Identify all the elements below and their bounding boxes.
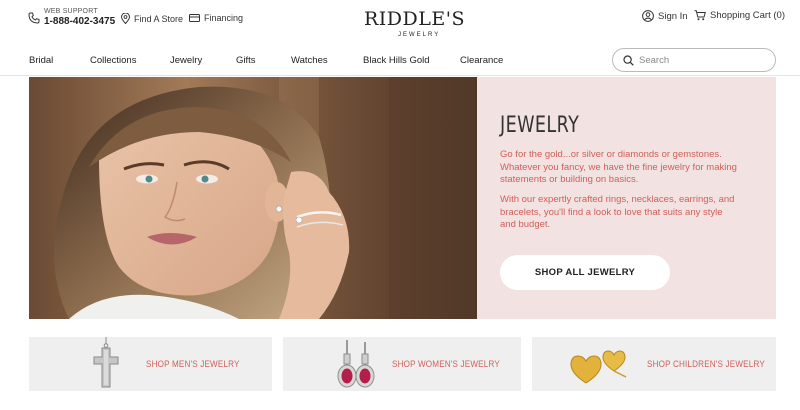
riddles-logo[interactable]: RIDDLE'S JEWELRY (358, 6, 465, 40)
category-label-womens: SHOP WOMEN'S JEWELRY (392, 359, 500, 369)
hero-banner: JEWELRY Go for the gold...or silver or d… (29, 77, 776, 319)
financing-label: Financing (204, 13, 244, 23)
category-label-childrens: SHOP CHILDREN'S JEWELRY (647, 359, 765, 369)
heart-earrings-icon (570, 350, 627, 384)
user-icon (642, 10, 654, 22)
model-portrait-image (29, 77, 477, 319)
find-store-link[interactable]: Find A Store (121, 13, 183, 24)
hero-text-panel: JEWELRY Go for the gold...or silver or d… (477, 77, 776, 319)
shopping-cart-link[interactable]: Shopping Cart (0) (694, 10, 785, 21)
web-support-label: WEB SUPPORT (44, 8, 98, 15)
nav-black-hills-gold[interactable]: Black Hills Gold (363, 55, 430, 66)
phone-number[interactable]: 1-888-402-3475 (44, 16, 115, 28)
find-store-label: Find A Store (134, 13, 184, 24)
drop-earrings-icon (337, 340, 375, 388)
search-box[interactable] (612, 48, 776, 72)
hero-model-photo (29, 77, 477, 319)
phone-icon (28, 12, 40, 24)
cart-label: Shopping Cart (0) (710, 10, 785, 21)
nav-bridal[interactable]: Bridal (29, 55, 53, 66)
location-pin-icon (121, 13, 130, 24)
sign-in-link[interactable]: Sign In (642, 10, 688, 22)
search-icon (623, 54, 634, 66)
sign-in-label: Sign In (658, 10, 688, 22)
category-tile-childrens[interactable]: SHOP CHILDREN'S JEWELRY (532, 337, 776, 391)
main-nav: Bridal Collections Jewelry Gifts Watches… (0, 48, 800, 76)
financing-link[interactable]: Financing (189, 13, 243, 23)
nav-clearance[interactable]: Clearance (460, 55, 503, 66)
category-label-mens: SHOP MEN'S JEWELRY (146, 359, 240, 369)
web-support[interactable]: WEB SUPPORT 1-888-402-3475 (28, 8, 115, 28)
cart-icon (694, 10, 706, 21)
hero-description-1: Go for the gold...or silver or diamonds … (500, 149, 737, 185)
search-input[interactable] (639, 54, 759, 66)
hero-title: JEWELRY (500, 113, 580, 138)
category-tile-mens[interactable]: SHOP MEN'S JEWELRY (29, 337, 272, 391)
category-tile-womens[interactable]: SHOP WOMEN'S JEWELRY (283, 337, 521, 391)
logo-wordmark: RIDDLE'S (364, 8, 466, 30)
credit-card-icon (189, 14, 200, 22)
nav-collections[interactable]: Collections (90, 55, 136, 66)
hero-description-2: With our expertly crafted rings, necklac… (500, 194, 735, 230)
nav-gifts[interactable]: Gifts (236, 55, 256, 66)
nav-watches[interactable]: Watches (291, 55, 328, 66)
shop-all-jewelry-button[interactable]: SHOP ALL JEWELRY (500, 255, 670, 290)
nav-jewelry[interactable]: Jewelry (170, 55, 202, 66)
top-utility-bar: WEB SUPPORT 1-888-402-3475 Find A Store … (0, 0, 800, 40)
logo-subtitle: JEWELRY (398, 32, 441, 38)
cross-pendant-icon (93, 337, 119, 388)
